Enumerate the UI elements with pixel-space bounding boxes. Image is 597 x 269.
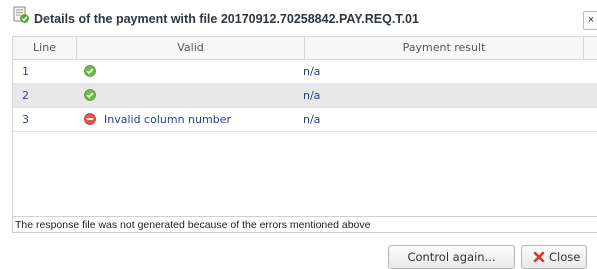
table-row[interactable]: 1 n/a <box>13 60 597 84</box>
payment-result: n/a <box>303 65 321 78</box>
close-button-label: Close <box>549 250 581 264</box>
document-check-icon <box>13 6 29 23</box>
red-x-icon <box>533 251 545 263</box>
check-circle-icon <box>84 89 96 101</box>
minus-circle-icon <box>84 113 96 125</box>
payment-result: n/a <box>303 113 321 126</box>
close-button[interactable]: Close <box>521 245 587 269</box>
status-message: The response file was not generated beca… <box>12 216 597 233</box>
column-header-line[interactable]: Line <box>13 37 77 59</box>
table-row[interactable]: 2 n/a <box>13 84 597 108</box>
line-number: 2 <box>22 89 29 102</box>
title-bar: Details of the payment with file 2017091… <box>0 0 597 30</box>
table-header: Line Valid Payment result <box>13 37 597 60</box>
table-row[interactable]: 3 Invalid column number n/a <box>13 108 597 132</box>
column-header-payment-result[interactable]: Payment result <box>305 37 584 59</box>
valid-message: Invalid column number <box>104 113 231 126</box>
check-circle-icon <box>84 65 96 77</box>
control-again-button[interactable]: Control again... <box>388 245 515 269</box>
dialog-title: Details of the payment with file 2017091… <box>34 12 419 26</box>
line-number: 1 <box>22 65 29 78</box>
payment-lines-table: Line Valid Payment result 1 n/a 2 n/a 3 <box>12 36 597 217</box>
payment-result: n/a <box>303 89 321 102</box>
close-icon[interactable]: × <box>583 11 597 30</box>
line-number: 3 <box>22 113 29 126</box>
payment-details-dialog: Details of the payment with file 2017091… <box>0 0 597 269</box>
column-header-valid[interactable]: Valid <box>77 37 305 59</box>
